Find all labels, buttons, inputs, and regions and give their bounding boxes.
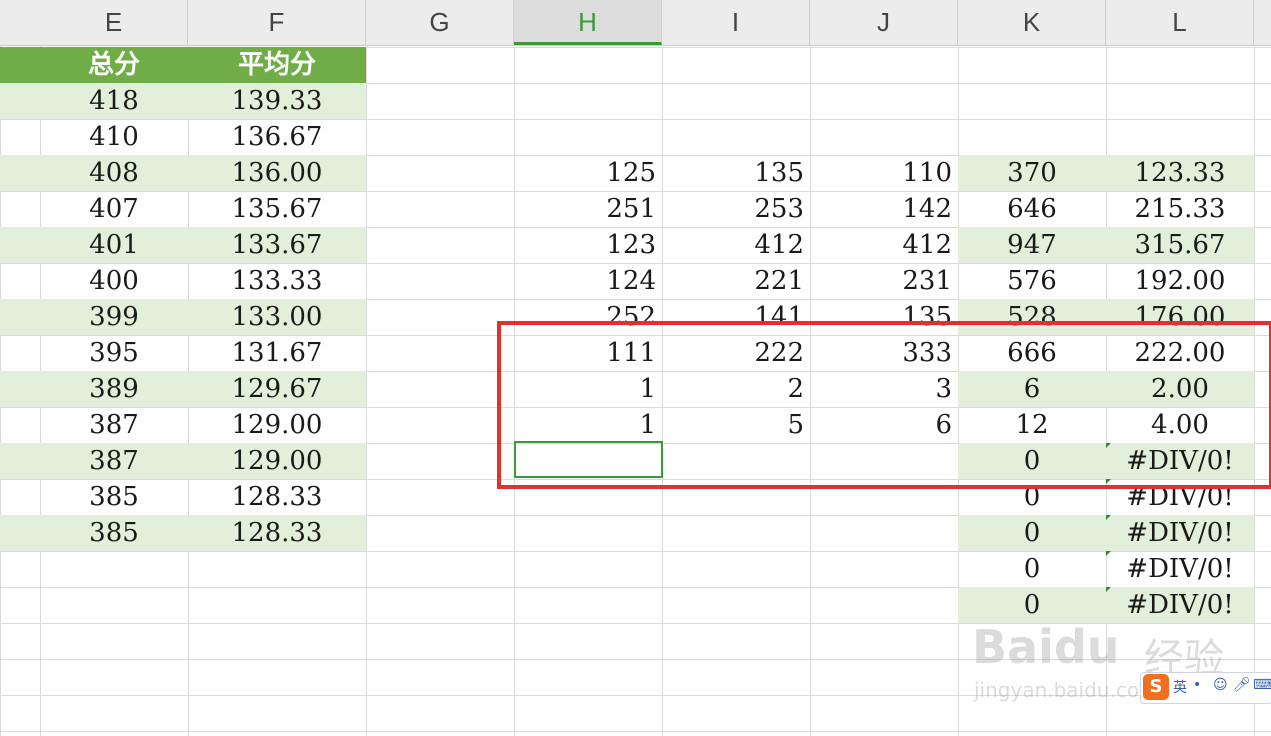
total-score-cell[interactable]: 400 [40, 263, 188, 299]
average-cell-l[interactable]: 215.33 [1106, 191, 1254, 227]
value-cell-j[interactable]: 412 [810, 227, 958, 263]
value-cell-j[interactable] [810, 515, 958, 551]
column-header-f[interactable]: F [188, 0, 366, 45]
microphone-icon[interactable]: 🎤︎ [1233, 677, 1251, 693]
average-score-cell[interactable]: 129.00 [188, 407, 366, 443]
row-fill-stub [0, 443, 40, 479]
sogou-ime-logo-icon[interactable]: S [1143, 674, 1169, 700]
average-score-cell[interactable]: 133.33 [188, 263, 366, 299]
value-cell-h[interactable]: 124 [514, 263, 662, 299]
value-cell-h[interactable] [514, 551, 662, 587]
value-cell-h[interactable]: 251 [514, 191, 662, 227]
value-cell-i[interactable] [662, 515, 810, 551]
average-cell-l[interactable]: 123.33 [1106, 155, 1254, 191]
average-score-cell[interactable]: 129.67 [188, 371, 366, 407]
total-score-cell[interactable]: 399 [40, 299, 188, 335]
header-fill-stub [0, 47, 40, 83]
row-fill-stub [0, 83, 40, 119]
watermark-brand: Baidu [972, 620, 1120, 674]
column-header-j[interactable]: J [810, 0, 958, 45]
watermark-url: jingyan.baidu.com [974, 678, 1159, 702]
error-indicator-icon [1106, 587, 1111, 592]
total-score-cell[interactable]: 408 [40, 155, 188, 191]
error-indicator-icon [1106, 551, 1111, 556]
header-average-score[interactable]: 平均分 [188, 47, 366, 83]
grid-vline [366, 45, 367, 736]
keyboard-icon[interactable]: ⌨ [1253, 677, 1271, 693]
ime-language-toggle[interactable]: 英 [1173, 677, 1187, 697]
ime-toolbar[interactable]: S 英 • ☺ 🎤︎ ⌨ [1140, 672, 1271, 704]
value-cell-j[interactable] [810, 551, 958, 587]
value-cell-i[interactable]: 135 [662, 155, 810, 191]
average-score-cell[interactable]: 129.00 [188, 443, 366, 479]
error-indicator-icon [1106, 515, 1111, 520]
sum-cell-k[interactable]: 576 [958, 263, 1106, 299]
value-cell-j[interactable]: 231 [810, 263, 958, 299]
value-cell-i[interactable]: 412 [662, 227, 810, 263]
average-score-cell[interactable]: 128.33 [188, 479, 366, 515]
column-header-e[interactable]: E [40, 0, 188, 45]
value-cell-h[interactable] [514, 587, 662, 623]
value-cell-h[interactable]: 123 [514, 227, 662, 263]
column-header-h[interactable]: H [514, 0, 662, 45]
emoji-icon[interactable]: ☺ [1213, 677, 1228, 693]
sum-cell-k[interactable]: 947 [958, 227, 1106, 263]
total-score-cell[interactable]: 407 [40, 191, 188, 227]
row-fill-stub [0, 227, 40, 263]
row-fill-stub [0, 299, 40, 335]
row-fill-stub [0, 155, 40, 191]
total-score-cell[interactable]: 389 [40, 371, 188, 407]
average-cell-l[interactable]: #DIV/0! [1106, 551, 1254, 587]
average-cell-l[interactable]: 192.00 [1106, 263, 1254, 299]
sum-cell-k[interactable]: 0 [958, 551, 1106, 587]
grid-hline [0, 731, 1271, 732]
average-score-cell[interactable]: 133.00 [188, 299, 366, 335]
average-score-cell[interactable]: 133.67 [188, 227, 366, 263]
average-score-cell[interactable]: 136.67 [188, 119, 366, 155]
average-cell-l[interactable]: #DIV/0! [1106, 515, 1254, 551]
total-score-cell[interactable]: 385 [40, 479, 188, 515]
row-fill-stub [0, 515, 40, 551]
punctuation-icon[interactable]: • [1193, 677, 1201, 693]
value-cell-j[interactable]: 142 [810, 191, 958, 227]
total-score-cell[interactable]: 401 [40, 227, 188, 263]
column-header-g[interactable]: G [366, 0, 514, 45]
column-header-i[interactable]: I [662, 0, 810, 45]
average-score-cell[interactable]: 128.33 [188, 515, 366, 551]
sum-cell-k[interactable]: 0 [958, 515, 1106, 551]
value-cell-h[interactable] [514, 515, 662, 551]
value-cell-j[interactable] [810, 587, 958, 623]
value-cell-i[interactable]: 253 [662, 191, 810, 227]
total-score-cell[interactable]: 385 [40, 515, 188, 551]
average-score-cell[interactable]: 135.67 [188, 191, 366, 227]
value-cell-i[interactable]: 221 [662, 263, 810, 299]
total-score-cell[interactable]: 418 [40, 83, 188, 119]
value-cell-i[interactable] [662, 587, 810, 623]
average-cell-l[interactable]: 315.67 [1106, 227, 1254, 263]
value-cell-j[interactable]: 110 [810, 155, 958, 191]
average-score-cell[interactable]: 131.67 [188, 335, 366, 371]
average-score-cell[interactable]: 139.33 [188, 83, 366, 119]
highlight-annotation-box [497, 321, 1271, 489]
total-score-cell[interactable]: 387 [40, 443, 188, 479]
row-fill-stub [0, 371, 40, 407]
total-score-cell[interactable]: 387 [40, 407, 188, 443]
value-cell-i[interactable] [662, 551, 810, 587]
sum-cell-k[interactable]: 646 [958, 191, 1106, 227]
sum-cell-k[interactable]: 370 [958, 155, 1106, 191]
value-cell-h[interactable]: 125 [514, 155, 662, 191]
total-score-cell[interactable]: 395 [40, 335, 188, 371]
average-score-cell[interactable]: 136.00 [188, 155, 366, 191]
column-header-k[interactable]: K [958, 0, 1106, 45]
header-total-score[interactable]: 总分 [40, 47, 188, 83]
column-header-l[interactable]: L [1106, 0, 1254, 45]
total-score-cell[interactable]: 410 [40, 119, 188, 155]
